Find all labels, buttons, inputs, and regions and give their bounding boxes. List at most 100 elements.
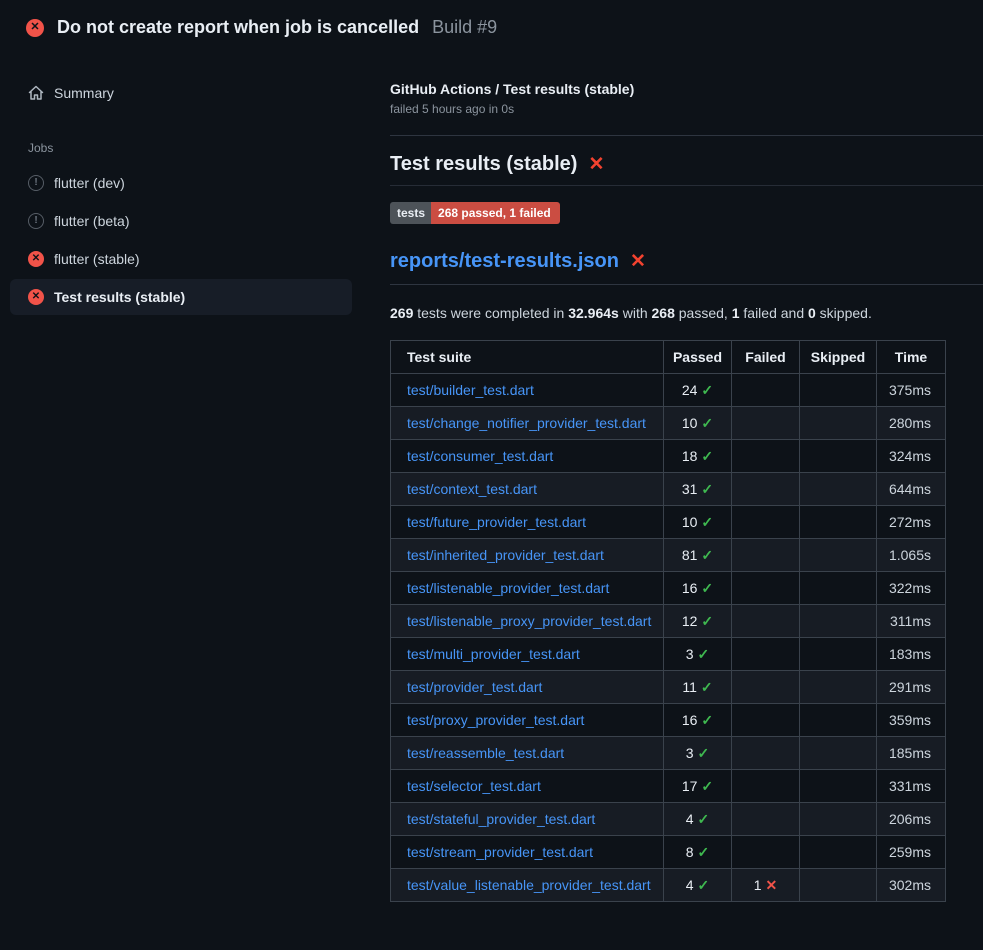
count-value: 4 <box>686 811 694 827</box>
summary-number: 1 <box>732 305 740 321</box>
suite-cell: test/listenable_provider_test.dart <box>391 572 664 605</box>
skipped-cell <box>800 440 877 473</box>
test-suite-link[interactable]: test/builder_test.dart <box>407 382 534 398</box>
suite-cell: test/stateful_provider_test.dart <box>391 803 664 836</box>
table-row: test/value_listenable_provider_test.dart… <box>391 869 946 902</box>
failed-status-icon: ✕ <box>28 251 44 267</box>
check-icon: ✓ <box>698 811 710 827</box>
test-suite-link[interactable]: test/multi_provider_test.dart <box>407 646 580 662</box>
time-cell: 291ms <box>877 671 946 704</box>
time-cell: 183ms <box>877 638 946 671</box>
check-icon: ✓ <box>701 613 713 629</box>
skipped-cell <box>800 374 877 407</box>
test-suite-link[interactable]: test/reassemble_test.dart <box>407 745 564 761</box>
summary-text: skipped. <box>816 305 872 321</box>
sidebar-item-job-2[interactable]: ✕ flutter (stable) <box>10 241 352 277</box>
test-suite-link[interactable]: test/future_provider_test.dart <box>407 514 586 530</box>
count-value: 11 <box>682 679 697 695</box>
table-row: test/change_notifier_provider_test.dart1… <box>391 407 946 440</box>
skipped-cell <box>800 539 877 572</box>
skipped-cell <box>800 737 877 770</box>
failed-status-icon: ✕ <box>28 289 44 305</box>
report-file-link[interactable]: reports/test-results.json <box>390 250 619 273</box>
passed-cell: 12✓ <box>664 605 732 638</box>
job-label: Test results (stable) <box>54 289 185 305</box>
check-icon: ✓ <box>701 778 713 794</box>
section-divider <box>390 135 983 136</box>
sidebar-item-job-1[interactable]: !flutter (beta) <box>10 203 352 239</box>
table-row: test/listenable_proxy_provider_test.dart… <box>391 605 946 638</box>
breadcrumb: GitHub Actions / Test results (stable) <box>390 81 983 97</box>
time-cell: 359ms <box>877 704 946 737</box>
test-suite-link[interactable]: test/proxy_provider_test.dart <box>407 712 584 728</box>
table-row: test/reassemble_test.dart3✓185ms <box>391 737 946 770</box>
count-value: 24 <box>682 382 698 398</box>
passed-cell: 4✓ <box>664 869 732 902</box>
time-cell: 302ms <box>877 869 946 902</box>
failed-cell: 1✕ <box>732 869 800 902</box>
table-row: test/proxy_provider_test.dart 16✓ 359ms <box>391 704 946 737</box>
passed-cell: 18✓ <box>664 440 732 473</box>
test-suite-link[interactable]: test/change_notifier_provider_test.dart <box>407 415 646 431</box>
skipped-cell <box>800 473 877 506</box>
skipped-cell <box>800 506 877 539</box>
check-icon: ✓ <box>701 712 713 728</box>
sidebar-item-job-0[interactable]: !flutter (dev) <box>10 165 352 201</box>
suite-cell: test/value_listenable_provider_test.dart <box>391 869 664 902</box>
test-suite-link[interactable]: test/stream_provider_test.dart <box>407 844 593 860</box>
skipped-cell <box>800 605 877 638</box>
test-suite-link[interactable]: test/stateful_provider_test.dart <box>407 811 595 827</box>
summary-text: failed and <box>740 305 809 321</box>
jobs-list: !flutter (dev)!flutter (beta) ✕ flutter (s… <box>0 165 390 315</box>
job-label: flutter (stable) <box>54 251 140 267</box>
skipped-cell <box>800 671 877 704</box>
sidebar-item-job-3[interactable]: ✕ Test results (stable) <box>10 279 352 315</box>
time-cell: 311ms <box>877 605 946 638</box>
check-icon: ✓ <box>701 448 713 464</box>
passed-cell: 3✓ <box>664 737 732 770</box>
test-suite-link[interactable]: test/listenable_proxy_provider_test.dart <box>407 613 651 629</box>
failed-cell <box>732 440 800 473</box>
table-row: test/multi_provider_test.dart3✓183ms <box>391 638 946 671</box>
count-value: 8 <box>686 844 694 860</box>
neutral-status-icon: ! <box>28 175 44 191</box>
count-value: 16 <box>682 580 698 596</box>
table-row: test/context_test.dart31✓644ms <box>391 473 946 506</box>
test-suite-link[interactable]: test/listenable_provider_test.dart <box>407 580 609 596</box>
suite-cell: test/listenable_proxy_provider_test.dart <box>391 605 664 638</box>
time-cell: 375ms <box>877 374 946 407</box>
neutral-status-icon: ! <box>28 213 44 229</box>
failed-x-icon: ✕ <box>588 155 604 174</box>
suite-cell: test/future_provider_test.dart <box>391 506 664 539</box>
table-header-row: Test suite Passed Failed Skipped Time <box>391 341 946 374</box>
suite-cell: test/builder_test.dart <box>391 374 664 407</box>
x-icon: ✕ <box>766 877 778 893</box>
time-cell: 272ms <box>877 506 946 539</box>
tests-summary-text: 269 tests were completed in 32.964s with… <box>390 305 983 321</box>
time-cell: 206ms <box>877 803 946 836</box>
test-suite-link[interactable]: test/provider_test.dart <box>407 679 542 695</box>
passed-cell: 16✓ <box>664 704 732 737</box>
test-suite-link[interactable]: test/inherited_provider_test.dart <box>407 547 604 563</box>
report-title-row: reports/test-results.json ✕ <box>390 250 983 285</box>
test-suite-link[interactable]: test/context_test.dart <box>407 481 537 497</box>
failed-cell <box>732 704 800 737</box>
col-header-skipped: Skipped <box>800 341 877 374</box>
passed-cell: 4✓ <box>664 803 732 836</box>
check-icon: ✓ <box>701 415 713 431</box>
suite-cell: test/selector_test.dart <box>391 770 664 803</box>
test-suite-link[interactable]: test/value_listenable_provider_test.dart <box>407 877 651 893</box>
col-header-test-suite: Test suite <box>391 341 664 374</box>
sidebar-item-summary[interactable]: Summary <box>10 75 352 111</box>
test-suite-link[interactable]: test/selector_test.dart <box>407 778 541 794</box>
time-cell: 644ms <box>877 473 946 506</box>
test-suite-link[interactable]: test/consumer_test.dart <box>407 448 553 464</box>
count-value: 12 <box>682 613 698 629</box>
count-value: 3 <box>686 646 694 662</box>
time-cell: 259ms <box>877 836 946 869</box>
page-title: Do not create report when job is cancell… <box>57 17 419 38</box>
failed-cell <box>732 737 800 770</box>
report-failed-x-icon: ✕ <box>630 252 646 271</box>
test-results-table: Test suite Passed Failed Skipped Time te… <box>390 340 946 902</box>
time-cell: 1.065s <box>877 539 946 572</box>
